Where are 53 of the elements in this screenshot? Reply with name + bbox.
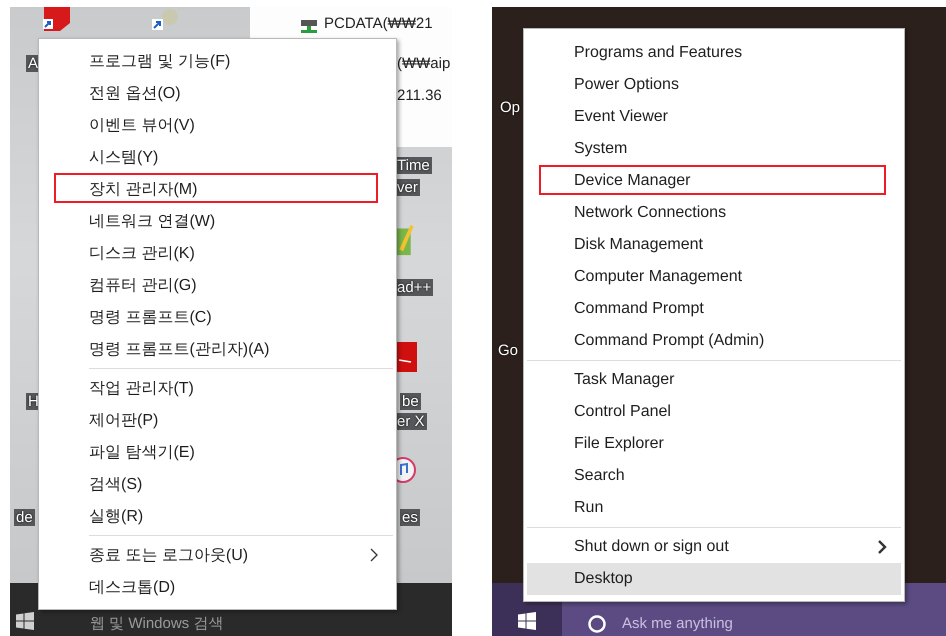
windows-logo-icon[interactable] — [16, 612, 34, 630]
menu-item[interactable]: 종료 또는 로그아웃(U) — [42, 539, 393, 571]
desktop-icon-label[interactable]: Op — [498, 99, 522, 116]
desktop-icon-label[interactable]: PCDATA(₩₩21 — [322, 15, 435, 32]
desktop-icon-label[interactable]: ver — [395, 179, 420, 196]
menu-item[interactable]: Device Manager — [527, 165, 901, 197]
menu-item[interactable]: 장치 관리자(M) — [42, 173, 393, 205]
search-field[interactable]: Ask me anything — [622, 612, 822, 634]
menu-item[interactable]: Programs and Features — [527, 37, 901, 69]
menu-item[interactable]: Command Prompt — [527, 293, 901, 325]
menu-item[interactable]: 작업 관리자(T) — [42, 372, 393, 404]
menu-item[interactable]: 이벤트 뷰어(V) — [42, 109, 393, 141]
circle-icon[interactable] — [588, 615, 606, 633]
menu-item[interactable]: 파일 탐색기(E) — [42, 436, 393, 468]
desktop-icon-label[interactable]: 211.36 — [395, 87, 444, 104]
menu-item[interactable]: 프로그램 및 기능(F) — [42, 45, 393, 77]
menu-item[interactable]: System — [527, 133, 901, 165]
desktop-icon-label[interactable]: (₩₩aip — [395, 55, 452, 72]
menu-item[interactable]: Shut down or sign out — [527, 531, 901, 563]
menu-item[interactable]: 명령 프롬프트(관리자)(A) — [42, 333, 393, 365]
menu-item[interactable]: Command Prompt (Admin) — [527, 325, 901, 357]
menu-item[interactable]: Control Panel — [527, 396, 901, 428]
desktop-icon-label[interactable]: be — [400, 393, 421, 410]
windows-logo-icon[interactable] — [518, 612, 536, 630]
menu-item[interactable]: 명령 프롬프트(C) — [42, 301, 393, 333]
menu-item[interactable]: 전원 옵션(O) — [42, 77, 393, 109]
desktop-icon-label[interactable]: ad++ — [395, 279, 434, 296]
desktop-icon-label[interactable]: er X — [395, 413, 427, 430]
menu-item[interactable]: 네트워크 연결(W) — [42, 205, 393, 237]
desktop-icon-label[interactable]: de — [14, 509, 35, 526]
search-field[interactable]: 웹 및 Windows 검색 — [90, 612, 310, 634]
desktop-icon-label[interactable]: es — [400, 509, 420, 526]
menu-item[interactable]: Disk Management — [527, 229, 901, 261]
menu-item[interactable]: Event Viewer — [527, 101, 901, 133]
menu-item[interactable]: 제어판(P) — [42, 404, 393, 436]
menu-item[interactable]: Network Connections — [527, 197, 901, 229]
menu-item[interactable]: 검색(S) — [42, 468, 393, 500]
menu-item[interactable]: Run — [527, 492, 901, 524]
menu-item[interactable]: Task Manager — [527, 364, 901, 396]
shortcut-icon — [150, 7, 180, 31]
menu-item[interactable]: 실행(R) — [42, 500, 393, 532]
menu-item[interactable]: Search — [527, 460, 901, 492]
menu-item[interactable]: Computer Management — [527, 261, 901, 293]
menu-item[interactable]: Desktop — [527, 563, 901, 595]
menu-item[interactable]: 데스크톱(D) — [42, 571, 393, 603]
menu-item[interactable]: 시스템(Y) — [42, 141, 393, 173]
menu-item[interactable]: File Explorer — [527, 428, 901, 460]
menu-item[interactable]: 컴퓨터 관리(G) — [42, 269, 393, 301]
desktop-icon-label[interactable]: Go — [496, 342, 520, 359]
menu-item[interactable]: Power Options — [527, 69, 901, 101]
menu-item[interactable]: 디스크 관리(K) — [42, 237, 393, 269]
network-drive-icon — [300, 17, 318, 35]
desktop-icon-label[interactable]: Time — [395, 157, 432, 174]
